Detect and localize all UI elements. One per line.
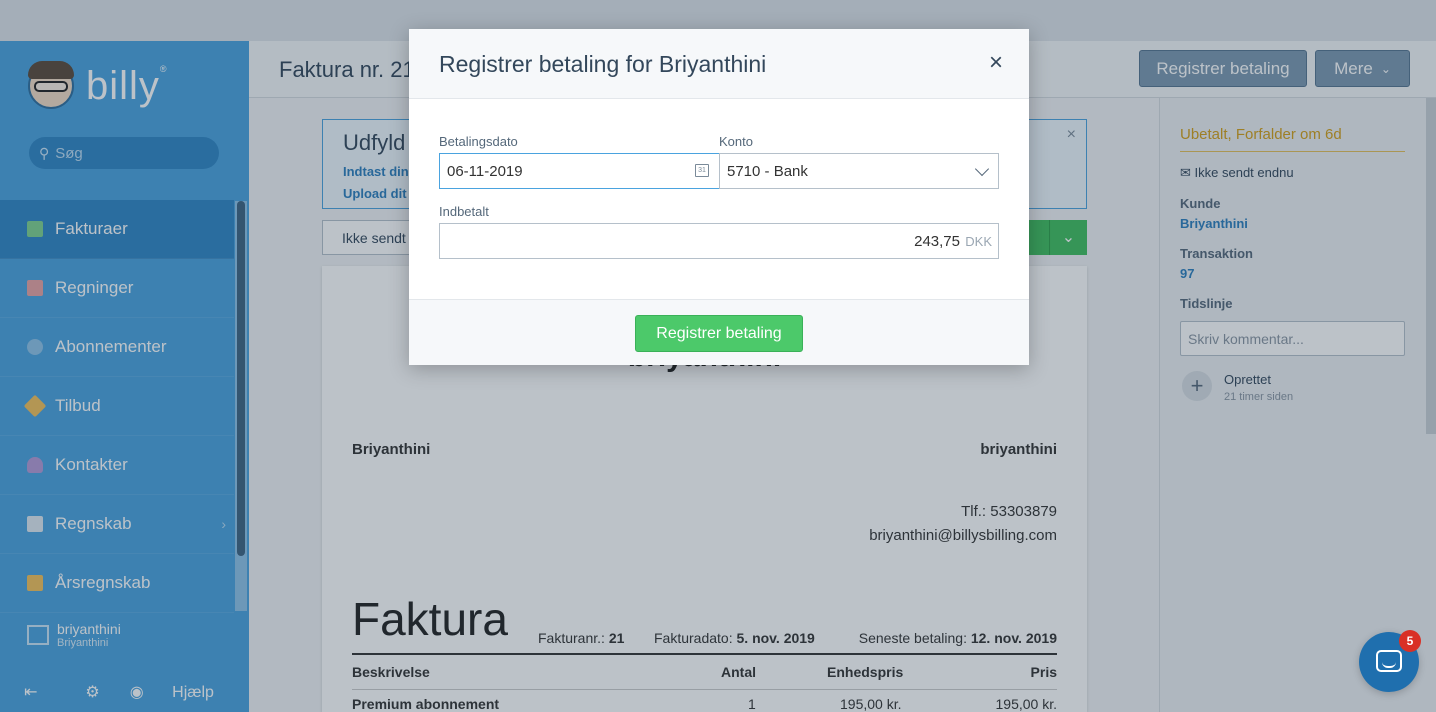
account-label: Konto [719,134,753,149]
calendar-icon[interactable]: 31 [695,164,709,177]
chat-launcher[interactable]: 5 [1359,630,1421,692]
payment-date-field[interactable]: 06-11-2019 31 [439,153,720,189]
account-select[interactable]: 5710 - Bank [719,153,999,189]
chevron-down-icon [974,161,990,177]
chat-icon [1376,650,1402,672]
notification-badge: 5 [1399,630,1421,652]
amount-value: 243,75 [914,233,960,250]
modal-header: Registrer betaling for Briyanthini × [409,29,1029,99]
amount-label: Indbetalt [439,204,489,219]
payment-date-label: Betalingsdato [439,134,518,149]
amount-field[interactable]: 243,75 DKK [439,223,999,259]
register-payment-submit-button[interactable]: Registrer betaling [635,315,803,352]
close-icon[interactable]: × [989,51,1003,75]
currency-label: DKK [965,234,992,249]
modal-footer: Registrer betaling [409,299,1029,365]
modal-title: Registrer betaling for Briyanthini [439,51,767,77]
register-payment-modal: Registrer betaling for Briyanthini × Bet… [409,29,1029,365]
